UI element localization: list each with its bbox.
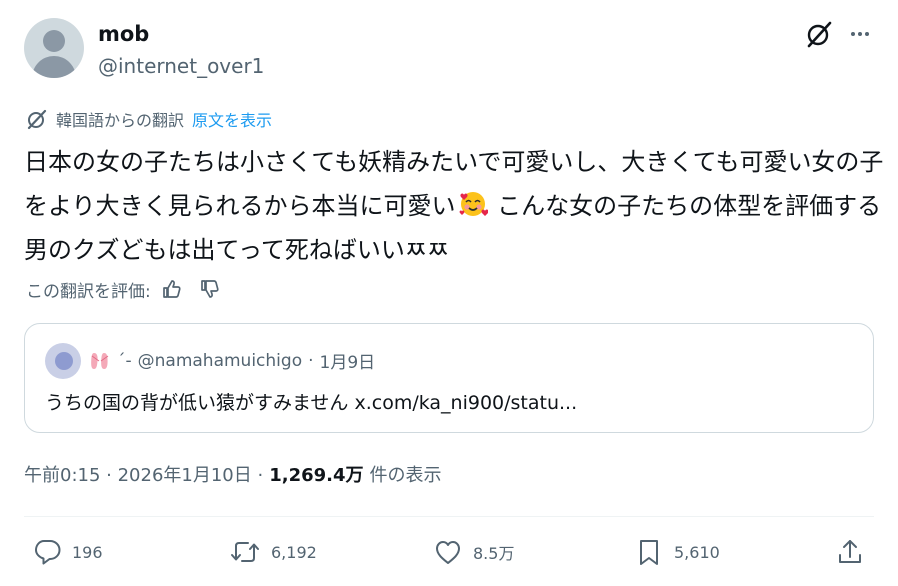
thumbs-up-icon[interactable] (161, 278, 183, 300)
quoted-tweet[interactable]: ´- @namahamuichigo · 1月9日 うちの国の背が低い猿がすみま… (24, 323, 874, 433)
author-handle[interactable]: @internet_over1 (98, 54, 264, 78)
bookmark-icon (634, 537, 664, 567)
repost-icon (229, 537, 261, 567)
translate-icon (26, 108, 48, 130)
quoted-handle[interactable]: @namahamuichigo (138, 351, 302, 371)
tweet-text: 日本の女の子たちは小さくても妖精みたいで可愛いし、大きくても可愛い女の子をより大… (24, 140, 884, 272)
show-original-link[interactable]: 原文を表示 (192, 107, 272, 131)
translation-label: 韓国語からの翻訳 (56, 111, 185, 130)
quoted-avatar[interactable] (45, 343, 81, 379)
quoted-display-name[interactable]: ´- (117, 351, 132, 371)
avatar-head (43, 30, 65, 52)
rate-translation-label: この翻訳を評価: (26, 281, 151, 302)
share-button[interactable] (835, 536, 865, 568)
reply-button[interactable]: 196 (32, 536, 103, 568)
avatar-body (32, 56, 76, 78)
smiling-hearts-emoji (458, 188, 489, 218)
like-count: 8.5万 (473, 544, 515, 563)
like-icon (433, 537, 463, 567)
reply-count: 196 (72, 542, 103, 562)
quoted-text: うちの国の背が低い猿がすみません x.com/ka_ni900/statu... (45, 392, 578, 414)
views-label: 件の表示 (369, 465, 442, 486)
tweet-meta: 午前0:15 · 2026年1月10日 · 1,269.4万 件の表示 (24, 461, 442, 487)
quoted-separator: · (308, 350, 314, 371)
thumbs-down-icon[interactable] (199, 278, 221, 300)
quoted-date[interactable]: 1月9日 (320, 348, 376, 373)
quoted-meta: ´- @namahamuichigo · 1月9日 (89, 348, 375, 373)
divider (24, 516, 874, 517)
grok-icon[interactable] (803, 18, 835, 50)
author-name[interactable]: mob (98, 22, 149, 46)
tweet-timestamp[interactable]: 午前0:15 · 2026年1月10日 · (24, 461, 263, 487)
author-avatar[interactable] (24, 18, 84, 78)
repost-count: 6,192 (271, 542, 317, 562)
more-icon[interactable] (844, 18, 876, 50)
repost-button[interactable]: 6,192 (229, 536, 317, 568)
bookmark-count: 5,610 (674, 542, 720, 562)
rate-translation: この翻訳を評価: (26, 276, 221, 302)
reply-icon (32, 537, 62, 567)
like-button[interactable]: 8.5万 (433, 536, 514, 568)
bookmark-button[interactable]: 5,610 (634, 536, 720, 568)
share-icon (835, 537, 865, 567)
translation-info: 韓国語からの翻訳 原文を表示 (26, 107, 272, 131)
ballet-shoes-emoji (89, 350, 111, 372)
view-count: 1,269.4万 (269, 465, 364, 486)
quoted-avatar-shape (55, 352, 73, 370)
